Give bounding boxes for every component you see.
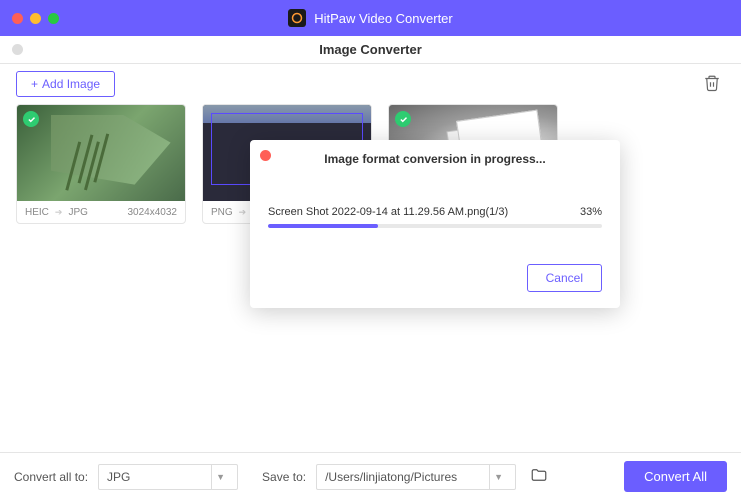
image-dimensions: 3024x4032 <box>128 207 178 218</box>
convert-all-to-label: Convert all to: <box>14 470 88 484</box>
subwindow-close-icon[interactable] <box>12 44 23 55</box>
image-card-footer: HEIC ➔ JPG 3024x4032 <box>17 201 185 223</box>
subwindow-title: Image Converter <box>319 42 422 57</box>
modal-close-icon[interactable] <box>260 150 271 161</box>
arrow-right-icon: ➔ <box>55 207 63 218</box>
source-format: PNG <box>211 207 233 218</box>
modal-title: Image format conversion in progress... <box>268 152 602 166</box>
progress-modal: Image format conversion in progress... S… <box>250 140 620 308</box>
save-to-label: Save to: <box>262 470 306 484</box>
toolbar: + Add Image <box>0 64 741 104</box>
image-thumbnail <box>17 105 185 201</box>
title-bar: HitPaw Video Converter <box>0 0 741 36</box>
progress-bar <box>268 224 602 228</box>
delete-button[interactable] <box>699 70 725 99</box>
window-maximize-icon[interactable] <box>48 13 59 24</box>
source-format: HEIC <box>25 207 49 218</box>
window-close-icon[interactable] <box>12 13 23 24</box>
arrow-right-icon: ➔ <box>239 207 247 218</box>
subwindow-title-bar: Image Converter <box>0 36 741 64</box>
trash-icon <box>703 74 721 92</box>
progress-filename: Screen Shot 2022-09-14 at 11.29.56 AM.pn… <box>268 206 508 218</box>
progress-row: Screen Shot 2022-09-14 at 11.29.56 AM.pn… <box>268 206 602 218</box>
app-title-group: HitPaw Video Converter <box>288 9 453 27</box>
add-image-label: Add Image <box>42 77 100 91</box>
open-folder-button[interactable] <box>526 462 552 491</box>
image-card[interactable]: HEIC ➔ JPG 3024x4032 <box>16 104 186 224</box>
folder-icon <box>530 466 548 484</box>
output-format-value: JPG <box>107 470 130 484</box>
convert-all-button[interactable]: Convert All <box>624 461 727 492</box>
save-path-value: /Users/linjiatong/Pictures <box>325 470 457 484</box>
progress-bar-fill <box>268 224 378 228</box>
check-icon <box>23 111 39 127</box>
footer-bar: Convert all to: JPG ▼ Save to: /Users/li… <box>0 452 741 500</box>
plus-icon: + <box>31 77 38 91</box>
app-title: HitPaw Video Converter <box>314 11 453 26</box>
chevron-down-icon: ▼ <box>211 465 229 489</box>
app-logo-icon <box>288 9 306 27</box>
save-path-select[interactable]: /Users/linjiatong/Pictures ▼ <box>316 464 516 490</box>
output-format-select[interactable]: JPG ▼ <box>98 464 238 490</box>
chevron-down-icon: ▼ <box>489 465 507 489</box>
window-controls <box>12 13 59 24</box>
add-image-button[interactable]: + Add Image <box>16 71 115 97</box>
target-format: JPG <box>68 207 87 218</box>
window-minimize-icon[interactable] <box>30 13 41 24</box>
progress-percent: 33% <box>580 206 602 218</box>
cancel-button[interactable]: Cancel <box>527 264 602 292</box>
check-icon <box>395 111 411 127</box>
